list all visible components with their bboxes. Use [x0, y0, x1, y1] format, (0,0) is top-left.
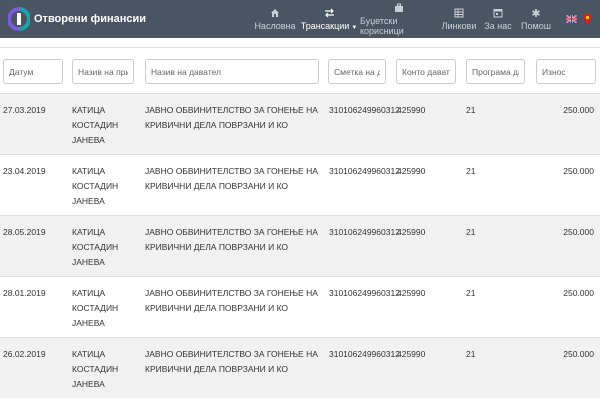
- top-navbar: Отворени финансии Насловна Трансакции ▼ Б…: [0, 0, 600, 38]
- cell-konto: 425990: [397, 105, 426, 115]
- briefcase-icon: [394, 2, 404, 14]
- cell-date: 23.04.2019: [3, 166, 46, 176]
- caret-down-icon: ▼: [351, 25, 358, 31]
- nav-item-home[interactable]: Насловна: [252, 0, 298, 38]
- logo-icon: [8, 7, 30, 31]
- recipient-filter-input[interactable]: [72, 59, 134, 84]
- nav-item-label: Буџетски корисници: [360, 16, 404, 36]
- cell-konto: 425990: [397, 227, 426, 237]
- cell-program: 21: [466, 349, 476, 359]
- cell-date: 27.03.2019: [3, 105, 46, 115]
- cell-account: 310106249960312: [329, 349, 400, 359]
- nav-item-label: Линкови: [441, 21, 477, 31]
- nav-item-label: Помош: [521, 21, 551, 31]
- table-row[interactable]: 28.01.2019 КАТИЦА КОСТАДИН ЈАНЕВА ЈАВНО …: [0, 276, 600, 337]
- page-header-strip: [0, 38, 600, 48]
- nav-item-label: За нас: [484, 21, 512, 31]
- cell-amount: 250.000: [563, 105, 594, 115]
- uk-flag-icon[interactable]: [566, 15, 577, 23]
- home-icon: [270, 7, 280, 19]
- cell-recipient: КАТИЦА КОСТАДИН ЈАНЕВА: [72, 227, 119, 267]
- cell-account: 310106249960312: [329, 227, 400, 237]
- cell-recipient: КАТИЦА КОСТАДИН ЈАНЕВА: [72, 349, 119, 389]
- cell-payer: ЈАВНО ОБВИНИТЕЛСТВО ЗА ГОНЕЊЕ НА КРИВИЧН…: [145, 166, 318, 191]
- cell-payer: ЈАВНО ОБВИНИТЕЛСТВО ЗА ГОНЕЊЕ НА КРИВИЧН…: [145, 349, 318, 374]
- table-row[interactable]: 23.04.2019 КАТИЦА КОСТАДИН ЈАНЕВА ЈАВНО …: [0, 154, 600, 215]
- cell-account: 310106249960312: [329, 105, 400, 115]
- nav-item-about[interactable]: За нас: [480, 0, 516, 38]
- grid-icon: [454, 7, 464, 19]
- cell-payer: ЈАВНО ОБВИНИТЕЛСТВО ЗА ГОНЕЊЕ НА КРИВИЧН…: [145, 105, 318, 130]
- date-filter-input[interactable]: [3, 59, 63, 84]
- cell-date: 28.01.2019: [3, 288, 46, 298]
- calendar-icon: [493, 7, 503, 19]
- cell-amount: 250.000: [563, 166, 594, 176]
- table-row[interactable]: 27.03.2019 КАТИЦА КОСТАДИН ЈАНЕВА ЈАВНО …: [0, 93, 600, 154]
- nav-item-budget-users[interactable]: Буџетски корисници: [360, 0, 438, 38]
- nav-item-help[interactable]: ✱ Помош: [516, 0, 556, 38]
- transactions-table: 27.03.2019 КАТИЦА КОСТАДИН ЈАНЕВА ЈАВНО …: [0, 93, 600, 398]
- cell-amount: 250.000: [563, 227, 594, 237]
- brand-title: Отворени финансии: [34, 13, 147, 25]
- cell-amount: 250.000: [563, 288, 594, 298]
- cell-program: 21: [466, 227, 476, 237]
- payer-filter-input[interactable]: [145, 59, 319, 84]
- cell-date: 26.02.2019: [3, 349, 46, 359]
- cell-amount: 250.000: [563, 349, 594, 359]
- filter-row: [0, 50, 600, 92]
- nav-item-label: Трансакции: [300, 21, 350, 31]
- cell-program: 21: [466, 166, 476, 176]
- cell-date: 28.05.2019: [3, 227, 46, 237]
- asterisk-icon: ✱: [531, 7, 541, 20]
- table-row[interactable]: 26.02.2019 КАТИЦА КОСТАДИН ЈАНЕВА ЈАВНО …: [0, 337, 600, 398]
- cell-payer: ЈАВНО ОБВИНИТЕЛСТВО ЗА ГОНЕЊЕ НА КРИВИЧН…: [145, 288, 318, 313]
- nav-item-links[interactable]: Линкови: [438, 0, 480, 38]
- cell-konto: 425990: [397, 288, 426, 298]
- cell-recipient: КАТИЦА КОСТАДИН ЈАНЕВА: [72, 288, 119, 328]
- brand[interactable]: Отворени финансии: [0, 0, 146, 38]
- table-row[interactable]: 28.05.2019 КАТИЦА КОСТАДИН ЈАНЕВА ЈАВНО …: [0, 215, 600, 276]
- account-filter-input[interactable]: [328, 59, 386, 84]
- cell-recipient: КАТИЦА КОСТАДИН ЈАНЕВА: [72, 105, 119, 145]
- cell-program: 21: [466, 288, 476, 298]
- cell-program: 21: [466, 105, 476, 115]
- cell-account: 310106249960312: [329, 288, 400, 298]
- cell-recipient: КАТИЦА КОСТАДИН ЈАНЕВА: [72, 166, 119, 206]
- amount-filter-input[interactable]: [536, 59, 596, 84]
- cell-payer: ЈАВНО ОБВИНИТЕЛСТВО ЗА ГОНЕЊЕ НА КРИВИЧН…: [145, 227, 318, 252]
- cell-account: 310106249960312: [329, 166, 400, 176]
- transfer-icon: [324, 7, 335, 19]
- nav-item-transactions[interactable]: Трансакции ▼: [298, 0, 360, 38]
- konto-filter-input[interactable]: [396, 59, 456, 84]
- nav-item-label: Насловна: [254, 21, 296, 31]
- mk-flag-icon[interactable]: [583, 13, 592, 25]
- cell-konto: 425990: [397, 166, 426, 176]
- program-filter-input[interactable]: [466, 59, 525, 84]
- cell-konto: 425990: [397, 349, 426, 359]
